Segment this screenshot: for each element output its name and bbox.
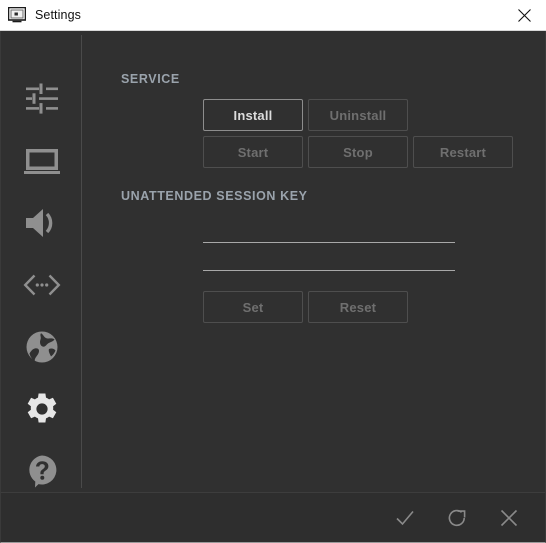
help-icon	[28, 455, 56, 488]
window-body: SERVICE Install Uninstall Start Stop Res…	[0, 31, 546, 492]
title-bar: Settings	[0, 0, 546, 31]
check-icon	[396, 510, 414, 525]
session-key-input[interactable]	[203, 221, 455, 243]
stop-button[interactable]: Stop	[308, 136, 408, 168]
session-key-confirm-input[interactable]	[203, 249, 455, 271]
display-settings-icon	[8, 7, 26, 23]
sidebar-item-help[interactable]	[1, 440, 82, 492]
settings-content: SERVICE Install Uninstall Start Stop Res…	[82, 31, 545, 492]
reload-button[interactable]	[435, 498, 479, 538]
settings-window: Settings SERVICE Install Uninstall Start…	[0, 0, 546, 543]
code-icon	[23, 274, 60, 296]
display-icon	[23, 149, 60, 174]
cancel-button[interactable]	[487, 498, 531, 538]
sidebar-item-audio[interactable]	[1, 192, 82, 254]
restart-button[interactable]: Restart	[413, 136, 513, 168]
sidebar-item-display[interactable]	[1, 130, 82, 192]
apply-button[interactable]	[383, 498, 427, 538]
set-button[interactable]: Set	[203, 291, 303, 323]
refresh-icon	[448, 509, 466, 526]
close-icon	[500, 509, 518, 526]
gear-icon	[27, 393, 56, 423]
uninstall-button[interactable]: Uninstall	[308, 99, 408, 131]
window-title: Settings	[35, 7, 81, 22]
sidebar-item-network[interactable]	[1, 316, 82, 378]
service-section-heading: SERVICE	[121, 72, 180, 86]
globe-icon	[26, 331, 57, 363]
sidebar-item-settings[interactable]	[1, 378, 82, 440]
sidebar-item-advanced[interactable]	[1, 254, 82, 316]
install-button[interactable]: Install	[203, 99, 303, 131]
footer-toolbar	[0, 492, 546, 543]
session-key-section-heading: UNATTENDED SESSION KEY	[121, 189, 308, 203]
sidebar-item-general[interactable]	[1, 68, 82, 130]
reset-button[interactable]: Reset	[308, 291, 408, 323]
sidebar	[1, 31, 82, 492]
window-close-button[interactable]	[502, 0, 546, 30]
close-icon	[517, 8, 531, 22]
start-button[interactable]: Start	[203, 136, 303, 168]
sliders-icon	[25, 83, 58, 114]
speaker-icon	[25, 209, 52, 237]
